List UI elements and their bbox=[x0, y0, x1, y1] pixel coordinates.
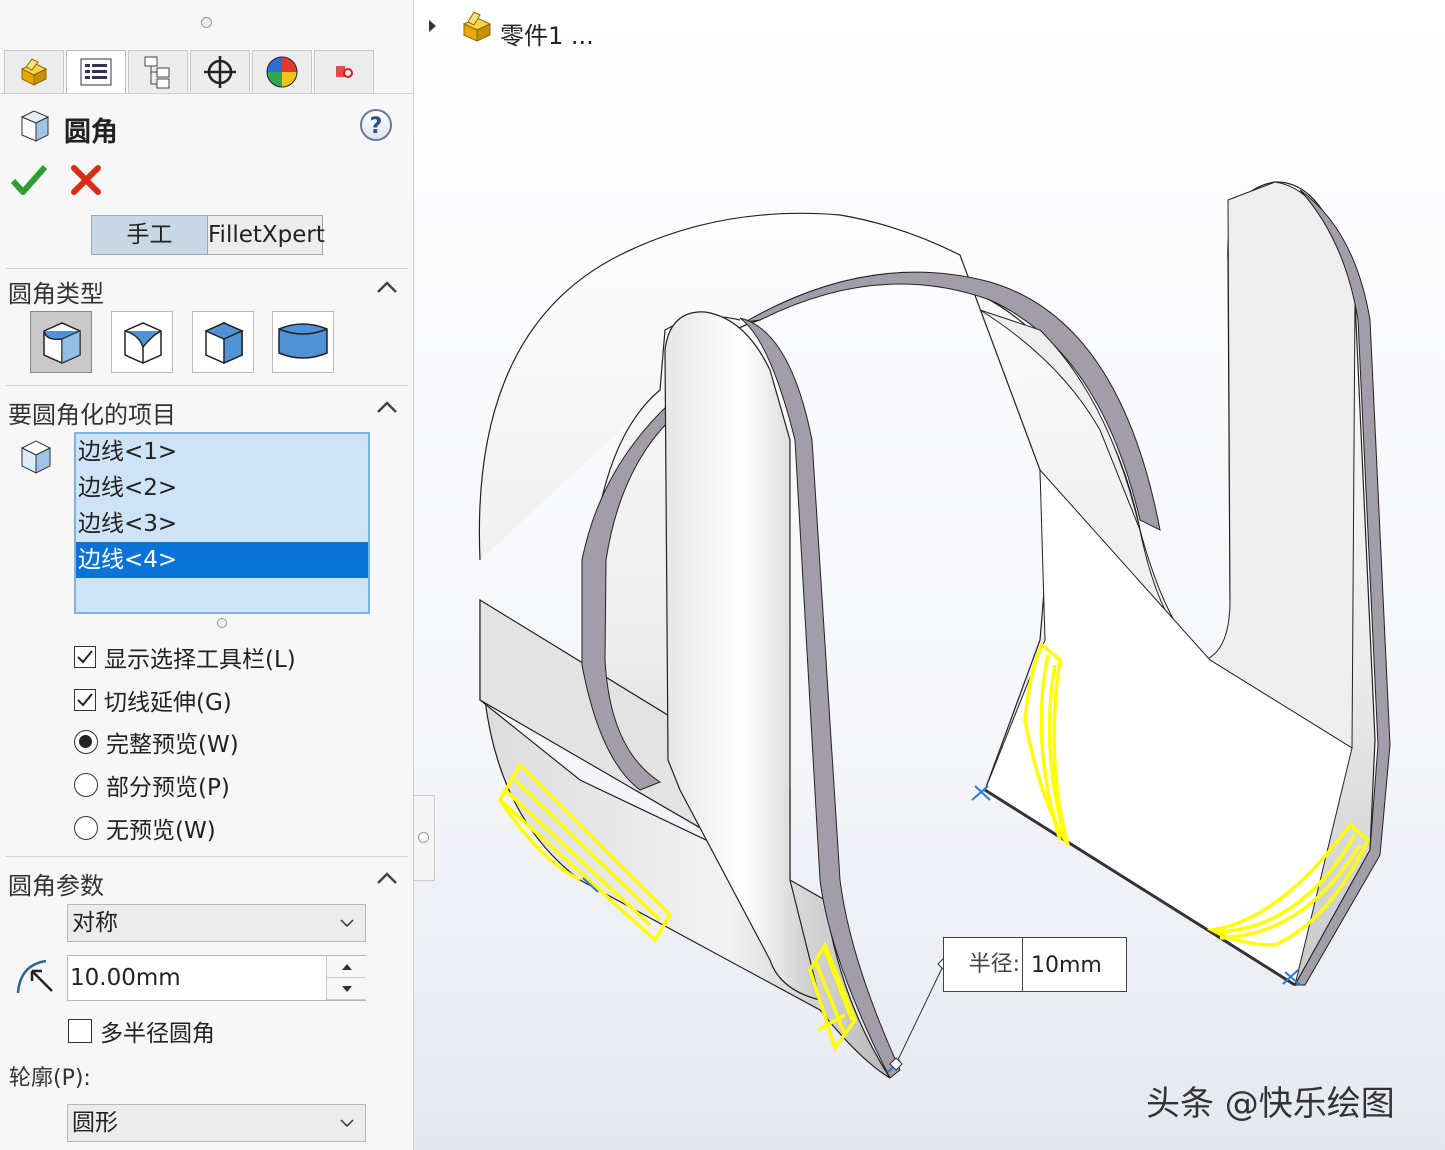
option-label: 多半径圆角 bbox=[100, 1021, 215, 1047]
face-fillet-icon bbox=[204, 322, 244, 365]
checkbox[interactable] bbox=[74, 646, 96, 668]
fillet-feature-icon bbox=[18, 108, 52, 148]
collapse-caret-icon[interactable] bbox=[376, 871, 398, 885]
list-item[interactable]: 边线<1> bbox=[76, 434, 368, 470]
checkmark-icon bbox=[10, 165, 48, 195]
callout-label: 半径: bbox=[944, 938, 1023, 991]
watermark-text: 头条 @快乐绘图 bbox=[1146, 1084, 1395, 1124]
chevron-down-icon bbox=[340, 1119, 354, 1128]
list-item-selected[interactable]: 边线<4> bbox=[76, 542, 368, 578]
face-fillet-option[interactable] bbox=[192, 311, 254, 373]
option-label: 部分预览(P) bbox=[106, 775, 230, 801]
option-label: 切线延伸(G) bbox=[104, 690, 232, 716]
no-preview-option[interactable]: 无预览(W) bbox=[74, 813, 216, 844]
constant-size-fillet-icon bbox=[43, 322, 81, 364]
multiple-radius-option[interactable]: 多半径圆角 bbox=[68, 1016, 215, 1047]
property-manager-panel: 圆角 ? 手工 FilletXpert 圆角类型 要圆角化的项目 边线<1> 边… bbox=[0, 0, 414, 1150]
manager-tabs bbox=[4, 50, 376, 94]
checkbox[interactable] bbox=[68, 1019, 92, 1043]
fillet-type-header[interactable]: 圆角类型 bbox=[8, 274, 104, 309]
checkmark-icon bbox=[77, 693, 93, 707]
collapse-caret-icon[interactable] bbox=[376, 280, 398, 294]
handle-dot bbox=[418, 832, 429, 843]
radius-spinner bbox=[326, 956, 366, 1000]
manual-mode-button[interactable]: 手工 bbox=[92, 216, 208, 254]
constant-size-fillet-option[interactable] bbox=[30, 311, 92, 373]
panel-collapse-handle[interactable] bbox=[414, 795, 435, 881]
section-divider bbox=[6, 385, 408, 386]
radius-icon bbox=[14, 955, 58, 1001]
radio-button[interactable] bbox=[74, 730, 98, 754]
full-round-fillet-option[interactable] bbox=[272, 311, 334, 373]
ok-button[interactable] bbox=[10, 162, 48, 202]
list-item[interactable]: 边线<2> bbox=[76, 470, 368, 506]
part-model-view[interactable] bbox=[414, 0, 1445, 1150]
variable-size-fillet-icon bbox=[124, 322, 162, 364]
tab-cam-manager[interactable] bbox=[314, 50, 374, 93]
configuration-manager-icon bbox=[144, 56, 170, 89]
dimxpert-icon bbox=[204, 56, 236, 88]
filletxpert-mode-button[interactable]: FilletXpert bbox=[208, 216, 325, 254]
profile-select[interactable]: 圆形 bbox=[67, 1104, 366, 1142]
radio-button[interactable] bbox=[74, 773, 98, 797]
part-tree-icon bbox=[460, 8, 494, 48]
increment-button[interactable] bbox=[327, 956, 366, 978]
full-preview-option[interactable]: 完整预览(W) bbox=[74, 727, 239, 758]
fillet-method-select[interactable]: 对称 bbox=[67, 904, 366, 942]
collapse-caret-icon[interactable] bbox=[376, 400, 398, 414]
tree-expand-toggle[interactable] bbox=[428, 18, 438, 37]
profile-label: 轮廓(P): bbox=[9, 1066, 91, 1091]
edge-selection-list[interactable]: 边线<1> 边线<2> 边线<3> 边线<4> bbox=[74, 432, 370, 614]
edge-selection-icon bbox=[18, 438, 54, 480]
list-item[interactable]: 边线<3> bbox=[76, 506, 368, 542]
close-icon bbox=[71, 165, 101, 195]
tab-display-manager[interactable] bbox=[252, 50, 312, 93]
fillet-parameters-header[interactable]: 圆角参数 bbox=[8, 866, 104, 901]
show-selection-toolbar-option[interactable]: 显示选择工具栏(L) bbox=[74, 642, 296, 673]
select-value: 圆形 bbox=[72, 1110, 118, 1136]
list-resize-handle[interactable] bbox=[217, 618, 227, 628]
full-round-fillet-icon bbox=[278, 323, 328, 359]
select-value: 对称 bbox=[72, 910, 118, 936]
checkbox[interactable] bbox=[74, 689, 96, 711]
section-divider bbox=[6, 268, 408, 269]
checkmark-icon bbox=[77, 650, 93, 664]
tab-feature-manager[interactable] bbox=[4, 50, 64, 93]
panel-grip-handle[interactable] bbox=[201, 17, 212, 28]
radius-callout[interactable]: 半径: 10mm bbox=[943, 937, 1127, 992]
tab-dimxpert-manager[interactable] bbox=[190, 50, 250, 93]
radio-button[interactable] bbox=[74, 816, 98, 840]
radius-input[interactable]: 10.00mm bbox=[67, 955, 366, 1001]
chevron-down-icon bbox=[340, 919, 354, 928]
help-button[interactable]: ? bbox=[360, 109, 392, 141]
cam-icon bbox=[336, 66, 353, 78]
section-divider bbox=[6, 856, 408, 857]
property-manager-icon bbox=[80, 58, 112, 86]
callout-value-input[interactable]: 10mm bbox=[1023, 938, 1102, 991]
option-label: 完整预览(W) bbox=[106, 732, 239, 758]
callout-leader bbox=[895, 963, 945, 1065]
part-icon bbox=[20, 58, 48, 86]
cancel-button[interactable] bbox=[70, 164, 102, 200]
decrement-button[interactable] bbox=[327, 978, 366, 1000]
tab-property-manager[interactable] bbox=[66, 50, 126, 93]
tangent-propagation-option[interactable]: 切线延伸(G) bbox=[74, 685, 232, 716]
variable-size-fillet-option[interactable] bbox=[111, 311, 173, 373]
tabs-divider bbox=[0, 93, 413, 94]
option-label: 显示选择工具栏(L) bbox=[104, 647, 296, 673]
partial-preview-option[interactable]: 部分预览(P) bbox=[74, 770, 230, 801]
triangle-down-icon bbox=[341, 985, 352, 992]
items-to-fillet-header[interactable]: 要圆角化的项目 bbox=[8, 395, 176, 430]
tab-configuration-manager[interactable] bbox=[128, 50, 188, 93]
fillet-mode-toggle: 手工 FilletXpert bbox=[91, 215, 325, 255]
chevron-right-icon bbox=[429, 20, 436, 32]
display-manager-icon bbox=[266, 56, 298, 88]
page-title: 圆角 bbox=[64, 117, 118, 148]
triangle-up-icon bbox=[341, 963, 352, 970]
option-label: 无预览(W) bbox=[106, 818, 216, 844]
part-tree-label[interactable]: 零件1 ... bbox=[500, 16, 594, 51]
